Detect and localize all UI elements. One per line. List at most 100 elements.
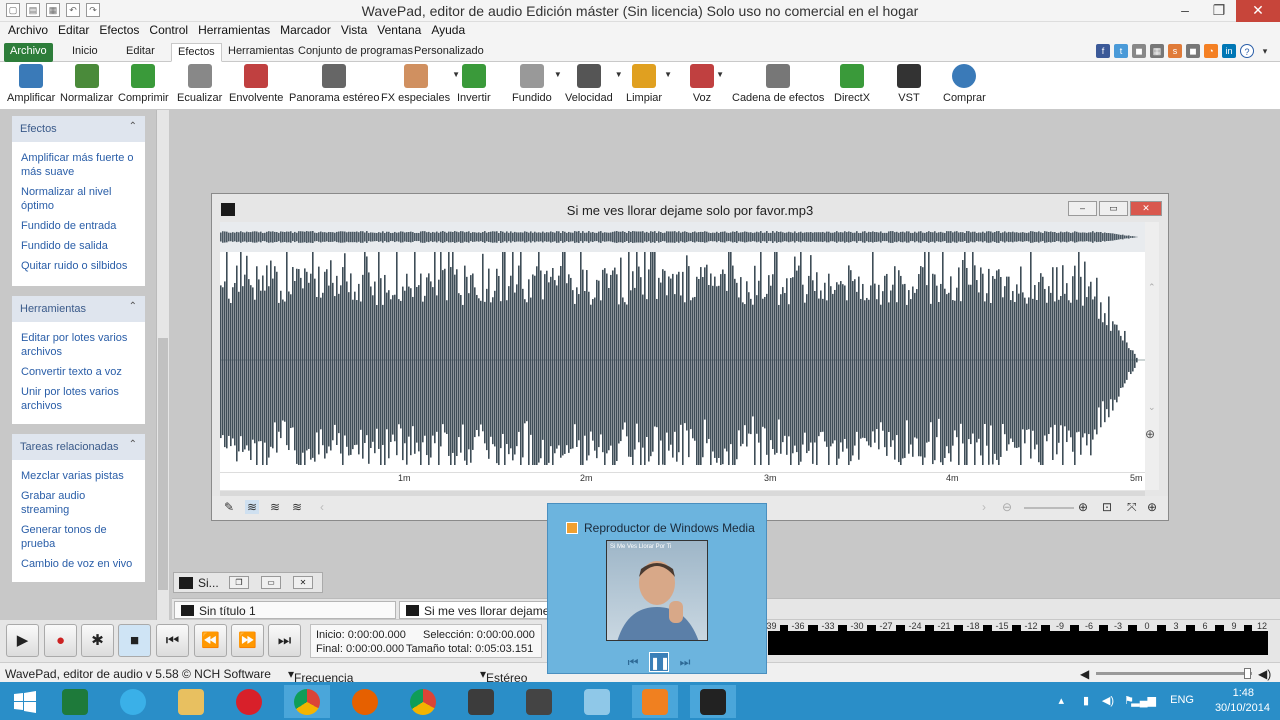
related-tasks-header[interactable]: Tareas relacionadas ⌃ bbox=[12, 434, 145, 460]
start-button[interactable] bbox=[2, 685, 48, 718]
invert-button[interactable]: Invertir bbox=[457, 64, 491, 104]
directx-button[interactable]: DirectX bbox=[834, 64, 870, 104]
menu-editar[interactable]: Editar bbox=[53, 22, 94, 41]
clock-time[interactable]: 1:48 bbox=[1233, 687, 1254, 699]
tab-personalizado[interactable]: Personalizado bbox=[408, 43, 490, 62]
menu-ventana[interactable]: Ventana bbox=[372, 22, 426, 41]
scroll-right-icon[interactable]: › bbox=[982, 500, 986, 514]
volume-tray-icon[interactable]: ◀) bbox=[1102, 694, 1114, 707]
minimize-button[interactable]: – bbox=[1168, 0, 1202, 22]
rewind-button[interactable]: ⏪ bbox=[194, 624, 227, 657]
tab-editar[interactable]: Editar bbox=[120, 43, 161, 62]
taskbar-chrome-2[interactable] bbox=[400, 685, 446, 718]
help-icon[interactable]: ? bbox=[1240, 44, 1254, 58]
vst-button[interactable]: VST bbox=[897, 64, 921, 104]
fast-forward-button[interactable]: ⏩ bbox=[231, 624, 264, 657]
link-test-tones[interactable]: Generar tonos de prueba bbox=[12, 520, 145, 554]
link-amplify[interactable]: Amplificar más fuerte o más suave bbox=[12, 148, 145, 182]
pencil-icon[interactable]: ✎ bbox=[224, 500, 234, 514]
language-indicator[interactable]: ENG bbox=[1170, 694, 1194, 706]
zoom-out-icon[interactable]: ⊖ bbox=[1002, 500, 1012, 514]
previous-track-button[interactable]: ⏮ bbox=[623, 652, 643, 672]
tools-panel-header[interactable]: Herramientas ⌃ bbox=[12, 296, 145, 322]
minimized-window[interactable]: Si... ❐ ▭ ✕ bbox=[173, 572, 323, 593]
fade-button[interactable]: Fundido ▼ bbox=[512, 64, 562, 104]
record-button[interactable]: ● bbox=[44, 624, 77, 657]
tab-herramientas[interactable]: Herramientas bbox=[222, 43, 300, 62]
linkedin-icon[interactable]: in bbox=[1222, 44, 1236, 58]
menu-ayuda[interactable]: Ayuda bbox=[426, 22, 470, 41]
taskbar-app-2[interactable] bbox=[516, 685, 562, 718]
skip-start-button[interactable]: ⏮ bbox=[156, 624, 189, 657]
equalize-button[interactable]: Ecualizar bbox=[177, 64, 222, 104]
link-batch-join[interactable]: Unir por lotes varios archivos bbox=[12, 382, 145, 416]
scrub-button[interactable]: ✱ bbox=[81, 624, 114, 657]
voice-button[interactable]: Voz ▼ bbox=[690, 64, 724, 104]
doc-tab-sin-titulo[interactable]: Sin título 1 bbox=[174, 601, 396, 619]
taskbar-wavepad[interactable] bbox=[690, 685, 736, 718]
doc-tab-current[interactable]: Si me ves llorar dejame s bbox=[399, 601, 549, 619]
waveform-vertical-scroll[interactable]: ⌃ ⌄ ⊕ bbox=[1145, 222, 1159, 490]
taskbar-opera[interactable] bbox=[226, 685, 272, 718]
zoom-vertical-icon[interactable]: ⊕ bbox=[1145, 427, 1155, 441]
taskbar-wmp[interactable] bbox=[632, 685, 678, 718]
taskbar-explorer[interactable] bbox=[168, 685, 214, 718]
maximize-button[interactable]: ▭ bbox=[261, 576, 281, 589]
link-voice-change[interactable]: Cambio de voz en vivo bbox=[12, 554, 145, 574]
zoom-full-icon[interactable]: ⤧ bbox=[1127, 500, 1137, 515]
stereo-pan-button[interactable]: Panorama estéreo bbox=[289, 64, 380, 104]
channels-dropdown[interactable]: ▾ Estéreo bbox=[480, 667, 527, 685]
speaker-icon[interactable]: ◀) bbox=[1258, 667, 1271, 681]
menu-archivo[interactable]: Archivo bbox=[3, 22, 53, 41]
menu-control[interactable]: Control bbox=[144, 22, 193, 41]
link-mix-tracks[interactable]: Mezclar varias pistas bbox=[12, 466, 145, 486]
tab-efectos[interactable]: Efectos bbox=[171, 43, 222, 62]
zoom-selection-icon[interactable]: ⊡ bbox=[1102, 500, 1112, 514]
zoom-slider[interactable] bbox=[1024, 507, 1074, 509]
dropdown-icon[interactable]: ▾ bbox=[1258, 44, 1272, 58]
menu-efectos[interactable]: Efectos bbox=[94, 22, 144, 41]
clock-date[interactable]: 30/10/2014 bbox=[1215, 702, 1270, 714]
taskbar-ie[interactable] bbox=[110, 685, 156, 718]
taskbar-chrome[interactable] bbox=[284, 685, 330, 718]
sidebar-scroll-thumb[interactable] bbox=[158, 338, 168, 590]
taskbar-excel[interactable] bbox=[52, 685, 98, 718]
close-button[interactable]: ✕ bbox=[1236, 0, 1280, 22]
sidebar-scrollbar[interactable] bbox=[156, 110, 169, 620]
zoom-in-icon[interactable]: ⊕ bbox=[1078, 500, 1088, 514]
network-icon[interactable]: ▂▄▆ bbox=[1131, 694, 1156, 707]
next-track-button[interactable]: ⏭ bbox=[675, 652, 695, 672]
menu-marcador[interactable]: Marcador bbox=[275, 22, 336, 41]
link-text-to-speech[interactable]: Convertir texto a voz bbox=[12, 362, 145, 382]
special-fx-button[interactable]: FX especiales ▼ bbox=[381, 64, 460, 104]
envelope-button[interactable]: Envolvente bbox=[229, 64, 283, 104]
volume-slider[interactable] bbox=[1096, 668, 1252, 679]
speed-button[interactable]: Velocidad ▼ bbox=[565, 64, 623, 104]
wave-view-icon[interactable]: ≋ bbox=[245, 500, 260, 514]
stumble-icon[interactable]: s bbox=[1168, 44, 1182, 58]
stop-button[interactable]: ■ bbox=[118, 624, 151, 657]
waveform-display[interactable] bbox=[220, 222, 1145, 472]
skip-end-button[interactable]: ⏭ bbox=[268, 624, 301, 657]
scroll-left-icon[interactable]: ‹ bbox=[320, 500, 324, 514]
link-fade-out[interactable]: Fundido de salida bbox=[12, 236, 145, 256]
bookmark-icon[interactable]: ◼ bbox=[1186, 44, 1200, 58]
audio-maximize-button[interactable]: ▭ bbox=[1099, 201, 1128, 216]
link-record-streaming[interactable]: Grabar audio streaming bbox=[12, 486, 145, 520]
tab-inicio[interactable]: Inicio bbox=[66, 43, 104, 62]
collapse-icon[interactable]: ⌃ bbox=[129, 439, 137, 450]
compress-button[interactable]: Comprimir bbox=[118, 64, 169, 104]
link-fade-in[interactable]: Fundido de entrada bbox=[12, 216, 145, 236]
link-noise-removal[interactable]: Quitar ruido o silbidos bbox=[12, 256, 145, 276]
spectral-view-icon[interactable]: ≋ bbox=[292, 500, 302, 514]
share-icon[interactable]: ◼ bbox=[1132, 44, 1146, 58]
taskbar-app-3[interactable] bbox=[574, 685, 620, 718]
wave-view-alt-icon[interactable]: ≋ bbox=[270, 500, 280, 514]
link-normalize[interactable]: Normalizar al nivel óptimo bbox=[12, 182, 145, 216]
buy-button[interactable]: Comprar bbox=[943, 64, 986, 104]
taskbar-app-1[interactable] bbox=[458, 685, 504, 718]
effects-panel-header[interactable]: Efectos ⌃ bbox=[12, 116, 145, 142]
facebook-icon[interactable]: f bbox=[1096, 44, 1110, 58]
clean-button[interactable]: Limpiar ▼ bbox=[626, 64, 672, 104]
collapse-icon[interactable]: ⌃ bbox=[129, 301, 137, 312]
